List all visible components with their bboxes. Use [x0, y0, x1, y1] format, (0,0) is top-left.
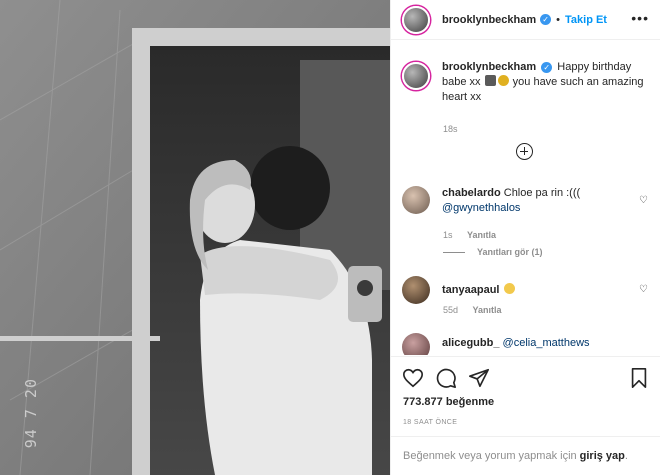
heart-eyes-icon: [503, 283, 515, 294]
comment-meta: 1s Yanıtla: [443, 230, 496, 240]
comment-text: alicegubb_ @celia_matthews: [442, 336, 590, 355]
post-photo[interactable]: 94 7 20: [0, 0, 390, 475]
comment-username[interactable]: tanyaapaul: [442, 284, 499, 296]
login-prompt-text: Beğenmek veya yorum yapmak için: [403, 450, 577, 462]
caption-username[interactable]: brooklynbeckham: [442, 61, 536, 73]
heart-icon[interactable]: [402, 367, 424, 389]
author-username[interactable]: brooklynbeckham: [442, 14, 536, 26]
caption-text: brooklynbeckham ✓ Happy birthday babe xx…: [442, 60, 652, 105]
author-avatar[interactable]: [402, 5, 430, 34]
login-prompt-period: .: [624, 450, 628, 462]
comment-username[interactable]: chabelardo: [442, 187, 501, 199]
comment-mention[interactable]: @gwynethhalos: [442, 202, 520, 214]
comment-text: tanyaapaul: [442, 283, 516, 304]
post-caption: brooklynbeckham ✓ Happy birthday babe xx…: [402, 60, 652, 105]
comment-item: chabelardo Chloe pa rin :((( @gwynethhal…: [402, 186, 652, 216]
login-prompt: Beğenmek veya yorum yapmak için giriş ya…: [391, 436, 660, 475]
commenter-avatar[interactable]: [402, 333, 430, 355]
comment-meta: 55d Yanıtla: [443, 305, 502, 315]
caption-author-avatar[interactable]: [402, 62, 430, 90]
likes-label: beğenme: [445, 396, 495, 408]
reply-button[interactable]: Yanıtla: [467, 230, 496, 240]
comment-item: tanyaapaul: [402, 276, 652, 304]
verified-badge-icon: ✓: [541, 62, 553, 73]
follow-button[interactable]: Takip Et: [565, 14, 607, 26]
caption-time: 18s: [443, 124, 458, 134]
commenter-avatar[interactable]: [402, 276, 430, 304]
likes-count[interactable]: 773.877 beğenme: [403, 396, 494, 408]
cake-icon: [484, 75, 496, 86]
comment-like-icon[interactable]: ♡: [639, 195, 648, 206]
share-icon[interactable]: [468, 367, 490, 389]
view-replies-label: Yanıtları gör (1): [477, 247, 543, 257]
comment-like-icon[interactable]: ♡: [639, 284, 648, 295]
header-separator: •: [556, 13, 560, 26]
comment-username[interactable]: alicegubb_: [442, 337, 499, 349]
comment-icon[interactable]: [435, 367, 457, 389]
commenter-avatar[interactable]: [402, 186, 430, 214]
bookmark-icon[interactable]: [628, 367, 650, 389]
comment-item: alicegubb_ @celia_matthews: [402, 333, 652, 355]
replies-divider: [443, 251, 465, 253]
comment-mention[interactable]: @celia_matthews: [503, 337, 590, 349]
comment-content: Chloe pa rin :(((: [503, 187, 581, 199]
post-age: 18 SAAT ÖNCE: [403, 419, 458, 426]
comment-time: 1s: [443, 230, 453, 240]
comment-text: chabelardo Chloe pa rin :((( @gwynethhal…: [442, 186, 580, 216]
photo-date-stamp: 94 7 20: [22, 378, 40, 449]
likes-number: 773.877: [403, 396, 443, 408]
view-replies-button[interactable]: Yanıtları gör (1): [443, 247, 543, 257]
post-actions: 773.877 beğenme 18 SAAT ÖNCE: [391, 356, 660, 436]
login-link[interactable]: giriş yap: [580, 450, 625, 462]
plus-circle-icon[interactable]: [516, 143, 533, 160]
post-side-panel: brooklynbeckham ✓ • Takip Et ••• brookly…: [390, 0, 660, 475]
reply-button[interactable]: Yanıtla: [473, 305, 502, 315]
verified-badge-icon: ✓: [540, 14, 552, 25]
more-options-icon[interactable]: •••: [631, 11, 649, 25]
post-header: brooklynbeckham ✓ • Takip Et •••: [391, 0, 660, 40]
comment-time: 55d: [443, 305, 459, 315]
photo-illustration: [0, 0, 390, 475]
kiss-face-icon: [497, 75, 509, 86]
